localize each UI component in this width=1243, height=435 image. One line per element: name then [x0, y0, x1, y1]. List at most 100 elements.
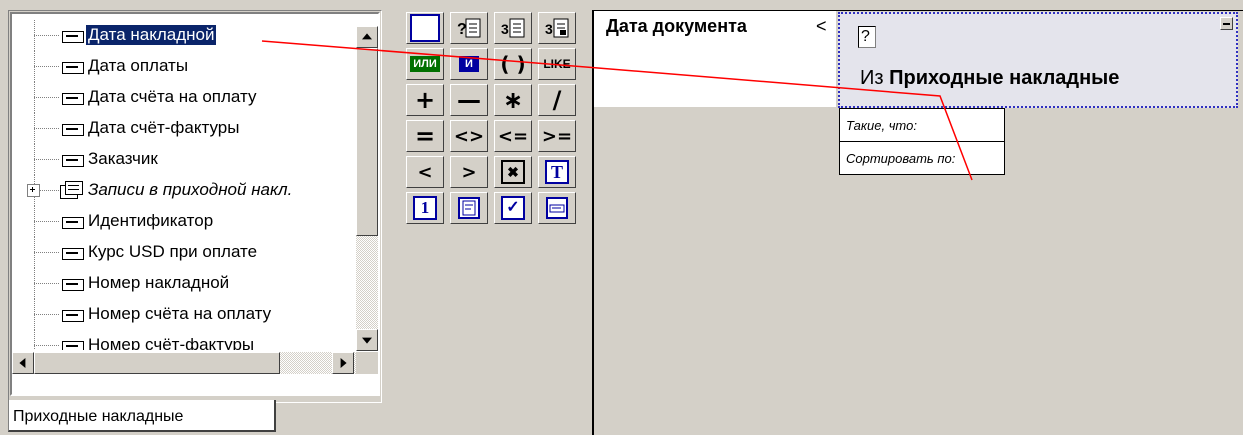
tree-item-label[interactable]: Записи в приходной накл. [88, 180, 292, 200]
field-icon [62, 155, 84, 167]
tree-item-label[interactable]: Идентификатор [88, 211, 213, 231]
less-equal-button[interactable]: <= [494, 120, 532, 152]
svg-text:3: 3 [545, 21, 553, 37]
tree-item[interactable]: Дата счёт-фактуры [12, 113, 356, 144]
vertical-scrollbar-thumb[interactable] [356, 48, 378, 236]
text-button[interactable]: T [538, 156, 576, 188]
tree-item-label[interactable]: Номер счёта на оплату [88, 304, 271, 324]
less-than-label: < [417, 161, 433, 183]
source-placeholder[interactable]: ? [858, 26, 876, 48]
parameter-icon: ? [457, 18, 481, 38]
delete-icon: ✖ [501, 160, 525, 184]
order-label: Сортировать по: [846, 151, 956, 166]
field-icon [62, 279, 84, 291]
and-button[interactable]: И [450, 48, 488, 80]
tree-item[interactable]: Номер накладной [12, 268, 356, 299]
greater-equal-label: >= [541, 125, 573, 147]
plus-button[interactable]: + [406, 84, 444, 116]
tree-item-label[interactable]: Заказчик [88, 149, 158, 169]
tree-item-label[interactable]: Дата оплаты [88, 56, 188, 76]
field-icon [62, 341, 84, 350]
expression-toolbox: ? 3 3 ИЛИ И ( ) LIKE + — ∗ / = <> <= >= … [400, 10, 580, 270]
or-button[interactable]: ИЛИ [406, 48, 444, 80]
field-icon [62, 248, 84, 260]
boolean-button[interactable]: ✓ [494, 192, 532, 224]
tree-item[interactable]: Дата оплаты [12, 51, 356, 82]
field-icon [62, 93, 84, 105]
tab-incoming-invoices[interactable]: Приходные накладные [8, 400, 276, 432]
plus-label: + [414, 86, 436, 114]
divide-button[interactable]: / [538, 84, 576, 116]
field-button[interactable] [538, 192, 576, 224]
header-operator: < [816, 16, 827, 36]
greater-than-label: > [461, 161, 477, 183]
number-button[interactable]: 1 [406, 192, 444, 224]
greater-than-button[interactable]: > [450, 156, 488, 188]
equals-button[interactable]: = [406, 120, 444, 152]
grid-icon: 3 [545, 18, 569, 38]
scroll-down-button[interactable] [356, 329, 378, 351]
tree-item[interactable]: Номер счёта на оплату [12, 299, 356, 330]
scroll-up-button[interactable] [356, 26, 378, 48]
or-label: ИЛИ [410, 56, 440, 72]
empty-box-icon [410, 14, 440, 42]
tree-item[interactable]: Номер счёт-фактуры [12, 330, 356, 350]
field-box-icon [546, 197, 568, 219]
tree-item[interactable]: Дата накладной [12, 20, 356, 51]
tree-item[interactable]: Идентификатор [12, 206, 356, 237]
multiply-button[interactable]: ∗ [494, 84, 532, 116]
source-table-name[interactable]: Приходные накладные [889, 67, 1119, 89]
tree-item-label[interactable]: Дата накладной [86, 25, 217, 45]
parentheses-label: ( ) [500, 52, 526, 76]
field-icon [62, 217, 84, 229]
less-equal-label: <= [497, 125, 529, 147]
minus-button[interactable]: — [450, 84, 488, 116]
select-tool-button[interactable] [406, 12, 444, 44]
tree-item[interactable]: Курс USD при оплате [12, 237, 356, 268]
horizontal-scrollbar-thumb[interactable] [34, 352, 280, 374]
delete-button[interactable]: ✖ [494, 156, 532, 188]
tree-item-label[interactable]: Дата счёт-фактуры [88, 118, 239, 138]
collapse-icon[interactable] [1220, 17, 1233, 30]
date-button[interactable] [450, 192, 488, 224]
order-by-clause[interactable]: Сортировать по: [839, 141, 1005, 175]
text-icon: T [545, 160, 569, 184]
tree-item-label[interactable]: Курс USD при оплате [88, 242, 257, 262]
like-button[interactable]: LIKE [538, 48, 576, 80]
field-icon [62, 124, 84, 136]
where-label: Такие, что: [846, 118, 917, 133]
parameter-tool-button[interactable]: ? [450, 12, 488, 44]
tree-item-label[interactable]: Номер счёт-фактуры [88, 335, 254, 350]
scroll-right-button[interactable] [332, 352, 354, 374]
and-label: И [459, 56, 479, 72]
source-block[interactable] [838, 12, 1238, 108]
tab-label: Приходные накладные [13, 408, 184, 425]
tree-item-label[interactable]: Дата счёта на оплату [88, 87, 256, 107]
grid-tool-button[interactable]: 3 [538, 12, 576, 44]
tree-rows: Дата накладной Дата оплаты Дата счёта на… [12, 20, 356, 350]
list-icon: 3 [501, 18, 525, 38]
expand-icon[interactable] [27, 184, 40, 197]
divide-label: / [552, 86, 562, 114]
tree-item[interactable]: Заказчик [12, 144, 356, 175]
field-list-tool-button[interactable]: 3 [494, 12, 532, 44]
less-than-button[interactable]: < [406, 156, 444, 188]
check-icon: ✓ [501, 196, 525, 220]
where-clause[interactable]: Такие, что: [839, 108, 1005, 142]
parentheses-button[interactable]: ( ) [494, 48, 532, 80]
field-icon [62, 31, 84, 43]
tree-item-label[interactable]: Номер накладной [88, 273, 229, 293]
table-icon [60, 181, 83, 199]
header-field-label[interactable]: Дата документа [606, 16, 747, 37]
scroll-left-button[interactable] [12, 352, 34, 374]
multiply-label: ∗ [502, 86, 524, 114]
tree-item[interactable]: Записи в приходной накл. [12, 175, 356, 206]
number-icon: 1 [413, 196, 437, 220]
not-equal-button[interactable]: <> [450, 120, 488, 152]
minus-label: — [457, 86, 481, 114]
greater-equal-button[interactable]: >= [538, 120, 576, 152]
source-from-label: Из Приходные накладные [860, 67, 1119, 90]
equals-label: = [414, 122, 436, 150]
tree-item[interactable]: Дата счёта на оплату [12, 82, 356, 113]
not-equal-label: <> [453, 125, 485, 147]
